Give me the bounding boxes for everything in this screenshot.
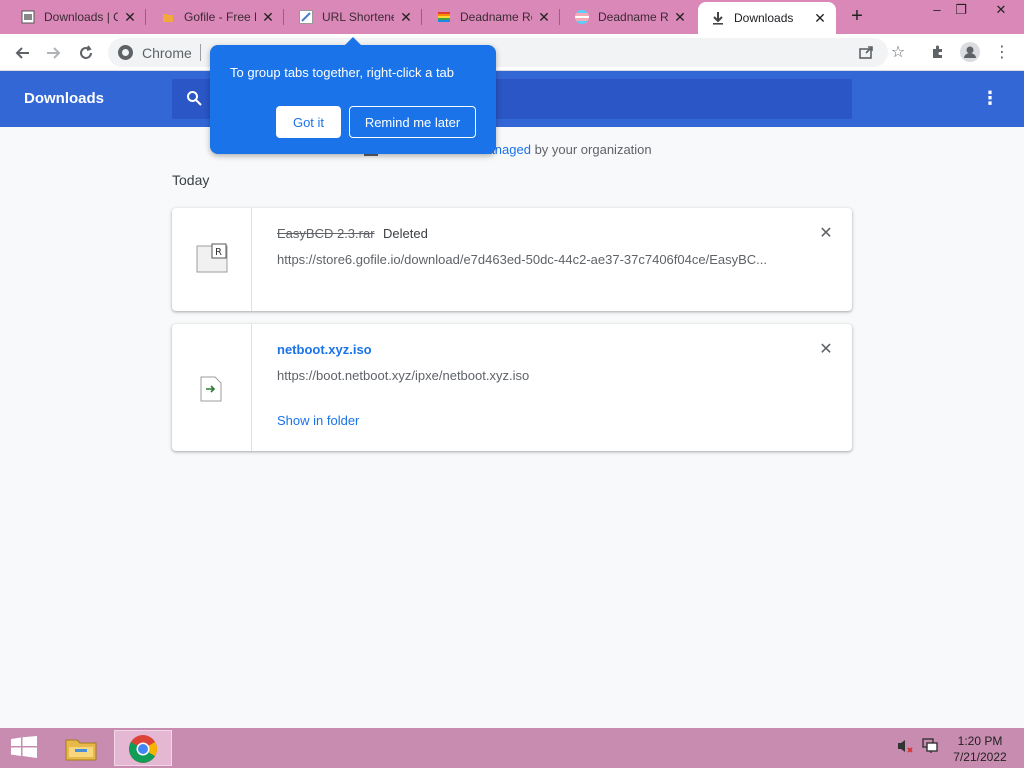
- restore-icon[interactable]: ❐: [946, 0, 976, 22]
- browser-toolbar: Chrome ☆ ⋮: [0, 34, 1024, 71]
- tab-title: Deadname Re: [598, 10, 668, 24]
- omnibox-divider: [200, 44, 201, 61]
- reload-icon[interactable]: [74, 41, 98, 65]
- tab-url-shortener[interactable]: URL Shortene ✕: [286, 0, 422, 34]
- download-item: netboot.xyz.iso https://boot.netboot.xyz…: [172, 324, 852, 451]
- tab-downloads-active[interactable]: Downloads ✕: [698, 2, 836, 34]
- bubble-arrow: [345, 37, 361, 45]
- new-tab-button[interactable]: +: [846, 6, 868, 28]
- tab-title: URL Shortene: [322, 10, 394, 24]
- tab-title: Downloads | G: [44, 10, 118, 24]
- tab-title: Downloads: [734, 11, 794, 25]
- system-clock[interactable]: 1:20 PM 7/21/2022: [940, 733, 1020, 765]
- tab-title: Gofile - Free F: [184, 10, 256, 24]
- file-icon-column: R: [172, 208, 252, 311]
- download-item: R EasyBCD 2.3.rar Deleted https://store6…: [172, 208, 852, 311]
- start-button[interactable]: [0, 728, 48, 768]
- tab-strip: Downloads | G ✕ Gofile - Free F ✕ URL Sh…: [0, 0, 1024, 34]
- page-title: Downloads: [24, 90, 105, 107]
- tab-separator: [145, 9, 146, 25]
- omnibox-label: Chrome: [142, 45, 192, 61]
- status-label: Deleted: [383, 226, 428, 241]
- date-heading: Today: [172, 172, 210, 188]
- clock-time: 1:20 PM: [957, 734, 1003, 748]
- bubble-message: To group tabs together, right-click a ta…: [230, 65, 455, 80]
- remove-from-list-icon[interactable]: ✕: [818, 226, 834, 242]
- tab-groups-promo-bubble: To group tabs together, right-click a ta…: [210, 37, 496, 154]
- file-explorer-icon: [65, 734, 97, 765]
- gofile-icon: [160, 9, 176, 25]
- bookmark-star-icon[interactable]: ☆: [888, 42, 908, 62]
- tab-deadname-1[interactable]: Deadname Re ✕: [424, 0, 560, 34]
- file-explorer-taskbar-button[interactable]: [52, 730, 110, 766]
- chrome-logo-icon: [128, 734, 158, 767]
- close-tab-icon[interactable]: ✕: [398, 9, 414, 25]
- remove-from-list-icon[interactable]: ✕: [818, 342, 834, 358]
- file-url: https://boot.netboot.xyz/ipxe/netboot.xy…: [277, 368, 530, 383]
- file-url: https://store6.gofile.io/download/e7d463…: [277, 252, 767, 267]
- chrome-menu-icon[interactable]: ⋮: [992, 42, 1012, 62]
- volume-muted-icon[interactable]: [896, 738, 914, 757]
- tab-downloads-gofile[interactable]: Downloads | G ✕: [8, 0, 146, 34]
- disk-image-file-icon: [200, 376, 222, 405]
- downloads-header: Downloads ⋮: [0, 71, 1024, 127]
- more-actions-icon[interactable]: ⋮: [980, 89, 1000, 109]
- show-in-folder-link[interactable]: Show in folder: [277, 413, 359, 428]
- download-icon: [710, 10, 726, 26]
- page-icon: [20, 9, 36, 25]
- close-tab-icon[interactable]: ✕: [260, 9, 276, 25]
- tab-deadname-2[interactable]: Deadname Re ✕: [562, 0, 696, 34]
- managed-suffix: by your organization: [530, 142, 652, 157]
- search-icon[interactable]: [186, 90, 202, 109]
- rainbow-icon: [436, 9, 452, 25]
- remind-me-later-button[interactable]: Remind me later: [349, 106, 476, 138]
- forward-icon[interactable]: [42, 41, 66, 65]
- extensions-icon[interactable]: [928, 42, 948, 62]
- file-icon-column: [172, 324, 252, 451]
- clock-date: 7/21/2022: [953, 750, 1007, 764]
- window-close-icon[interactable]: ✕: [986, 0, 1016, 22]
- share-icon[interactable]: [856, 42, 876, 62]
- windows-taskbar: 1:20 PM 7/21/2022: [0, 728, 1024, 768]
- close-tab-icon[interactable]: ✕: [536, 9, 552, 25]
- got-it-button[interactable]: Got it: [276, 106, 341, 138]
- chrome-icon: [118, 45, 133, 60]
- link-icon: [298, 9, 314, 25]
- tab-separator: [421, 9, 422, 25]
- close-tab-icon[interactable]: ✕: [122, 9, 138, 25]
- tab-gofile[interactable]: Gofile - Free F ✕: [148, 0, 284, 34]
- tab-title: Deadname Re: [460, 10, 532, 24]
- file-name: EasyBCD 2.3.rar: [277, 226, 375, 241]
- network-icon[interactable]: [921, 738, 939, 757]
- windows-logo-icon: [11, 735, 37, 761]
- trans-flag-icon: [574, 9, 590, 25]
- chrome-taskbar-button[interactable]: [114, 730, 172, 766]
- back-icon[interactable]: [10, 41, 34, 65]
- file-name-link[interactable]: netboot.xyz.iso: [277, 342, 372, 357]
- close-tab-icon[interactable]: ✕: [672, 9, 688, 25]
- archive-file-icon: R: [196, 243, 228, 276]
- close-tab-icon[interactable]: ✕: [812, 10, 828, 26]
- tab-separator: [283, 9, 284, 25]
- tab-separator: [559, 9, 560, 25]
- profile-avatar-icon[interactable]: [960, 42, 980, 62]
- svg-text:R: R: [215, 247, 222, 258]
